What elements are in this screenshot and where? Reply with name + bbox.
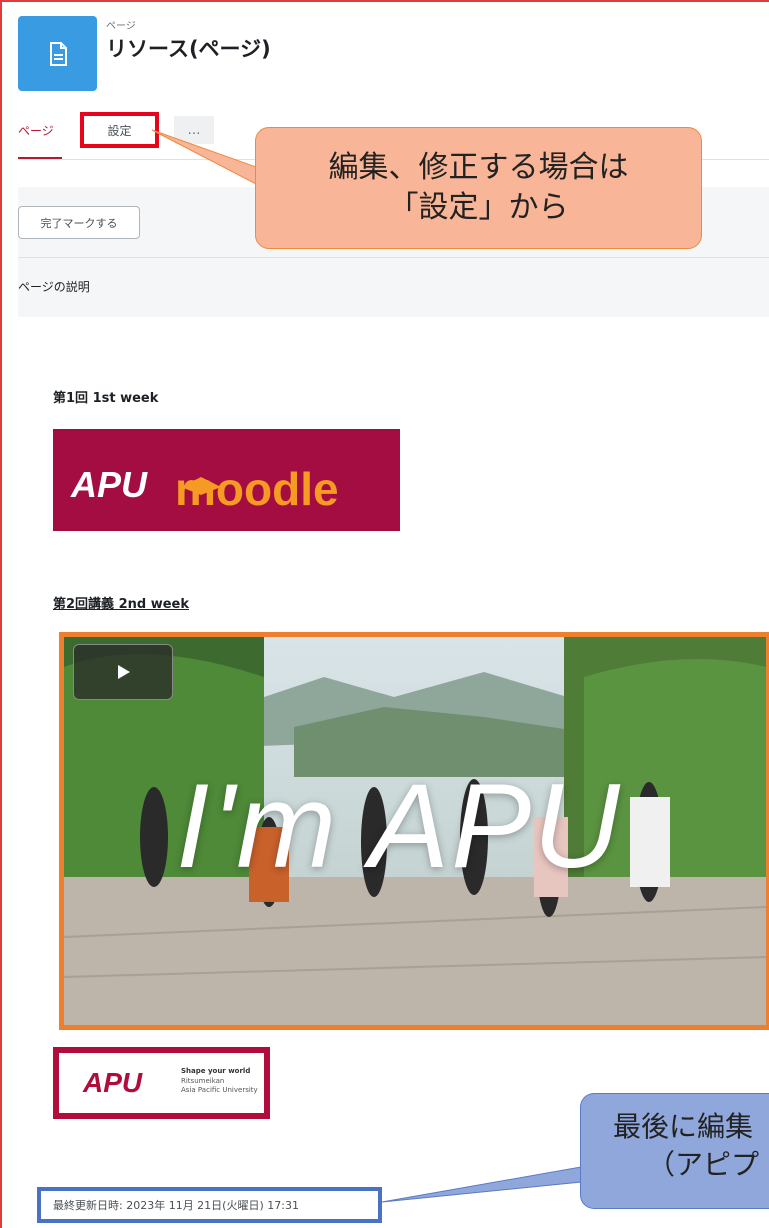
document-icon bbox=[49, 41, 67, 66]
svg-text:APU: APU bbox=[70, 464, 148, 505]
page-title: リソース(ページ) bbox=[106, 37, 271, 61]
page-description: ページの説明 bbox=[18, 280, 90, 294]
tab-page[interactable]: ページ bbox=[18, 122, 54, 139]
apu-moodle-logo: APU moodle bbox=[53, 429, 400, 531]
play-icon bbox=[118, 665, 130, 679]
settings-callout: 編集、修正する場合は 「設定」から bbox=[255, 127, 702, 249]
active-tab-indicator bbox=[18, 157, 62, 159]
svg-text:moodle: moodle bbox=[175, 463, 339, 515]
week2-heading[interactable]: 第2回講義 2nd week bbox=[53, 593, 189, 612]
apu-logo-mark: APU bbox=[83, 1067, 143, 1098]
video-title-overlay: I'm APU bbox=[176, 759, 622, 893]
last-modified-callout: 最後に編集 （アピプ bbox=[580, 1093, 769, 1209]
apu-university-logo: APU Shape your world Ritsumeikan Asia Pa… bbox=[53, 1047, 270, 1119]
page-icon bbox=[18, 16, 97, 91]
page-frame: ページ リソース(ページ) ページ 設定 … 完了マークする ページの説明 第1… bbox=[0, 0, 769, 1228]
modified-callout-line2: （アピプ bbox=[647, 1148, 760, 1181]
modified-callout-line1: 最後に編集 bbox=[613, 1110, 754, 1143]
more-menu-button[interactable]: … bbox=[174, 116, 214, 144]
divider bbox=[18, 257, 769, 258]
video-player[interactable]: I'm APU bbox=[59, 632, 769, 1030]
last-modified: 最終更新日時: 2023年 11月 21日(火曜日) 17:31 bbox=[37, 1187, 382, 1223]
tab-settings-label: 設定 bbox=[107, 123, 132, 138]
settings-callout-line2: 「設定」から bbox=[388, 190, 569, 225]
apu-logo-name-line2: Asia Pacific University bbox=[181, 1086, 258, 1094]
apu-moodle-logo-graphic: APU moodle bbox=[53, 429, 400, 531]
week1-heading: 第1回 1st week bbox=[53, 391, 159, 406]
mark-complete-button[interactable]: 完了マークする bbox=[18, 206, 140, 239]
apu-logo-name-line1: Ritsumeikan bbox=[181, 1077, 225, 1085]
tab-settings[interactable]: 設定 bbox=[80, 112, 159, 148]
apu-logo-tagline: Shape your world bbox=[181, 1067, 251, 1075]
activity-type-label: ページ bbox=[106, 21, 136, 32]
settings-callout-line1: 編集、修正する場合は bbox=[328, 149, 629, 185]
play-button[interactable] bbox=[73, 644, 173, 700]
